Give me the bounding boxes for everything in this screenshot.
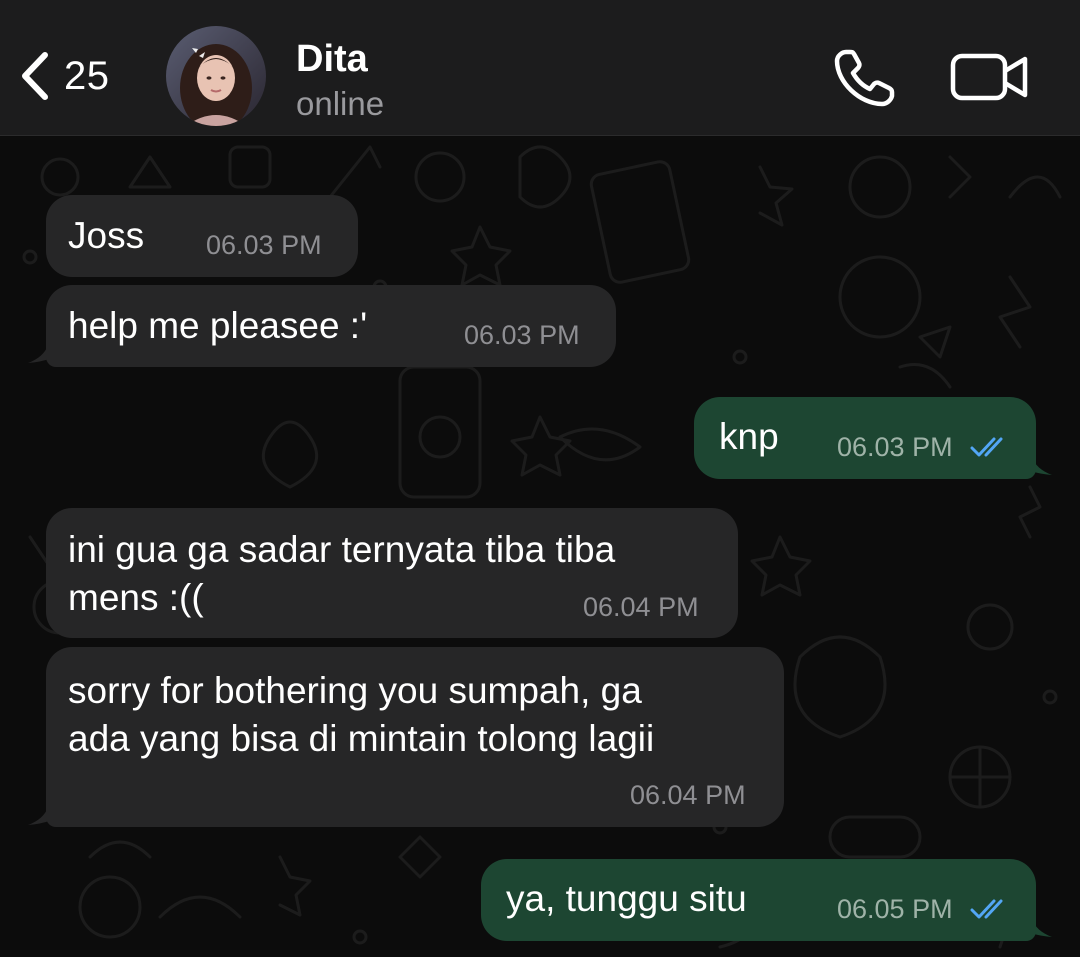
video-call-button[interactable] [948,50,1032,106]
chat-area[interactable]: Joss 06.03 PM help me pleasee :' 06.03 P… [0,137,1080,957]
message-text: knp [719,416,779,457]
message-bubble-incoming[interactable]: help me pleasee :' 06.03 PM [46,285,616,367]
unread-count: 25 [64,54,110,98]
message-bubble-incoming[interactable]: sorry for bothering you sumpah, ga ada y… [46,647,784,827]
message-time: 06.03 PM [837,432,953,462]
back-button[interactable]: 25 [20,40,110,112]
read-receipt-icon [970,899,1003,919]
phone-icon [834,49,895,107]
read-receipt-icon [970,437,1003,457]
message-time: 06.04 PM [583,592,699,622]
message-time: 06.03 PM [206,230,322,260]
message-text: sorry for bothering you sumpah, ga ada y… [68,670,655,759]
contact-name: Dita [296,38,368,80]
video-camera-icon [950,53,1028,101]
voice-call-button[interactable] [830,46,900,110]
contact-status: online [296,85,385,122]
message-time: 06.03 PM [464,320,580,350]
message-bubble-incoming[interactable]: ini gua ga sadar ternyata tiba tiba mens… [46,508,738,638]
message-text: ini gua ga sadar ternyata tiba tiba mens… [68,529,616,618]
chevron-left-icon [22,52,48,100]
chat-header: 25 Dita online [0,0,1080,136]
message-text: ya, tunggu situ [506,878,747,919]
message-bubble-incoming[interactable]: Joss 06.03 PM [46,195,358,277]
message-time: 06.05 PM [837,894,953,924]
message-bubble-outgoing[interactable]: ya, tunggu situ 06.05 PM [481,859,1036,941]
message-bubble-outgoing[interactable]: knp 06.03 PM [694,397,1036,479]
message-time: 06.04 PM [630,780,746,810]
message-text: Joss [68,215,145,256]
message-text: help me pleasee :' [68,305,368,346]
contact-avatar[interactable] [166,26,266,126]
contact-info[interactable]: Dita online [296,36,384,124]
